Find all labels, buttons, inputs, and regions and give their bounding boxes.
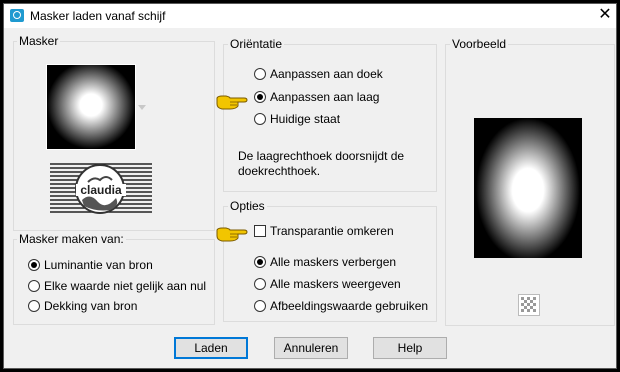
radio-label: Aanpassen aan laag [270,90,380,104]
radio-opacity[interactable]: Dekking van bron [28,298,137,314]
close-icon[interactable]: ✕ [596,6,614,24]
orientation-group-label: Oriëntatie [228,37,285,51]
radio-fit-layer[interactable]: Aanpassen aan laag [254,89,379,105]
window-title: Masker laden vanaf schijf [30,9,166,23]
radio-button[interactable] [254,300,266,312]
checkerboard-icon[interactable] [518,294,540,316]
radio-label: Dekking van bron [44,299,138,313]
radio-label: Elke waarde niet gelijk aan nul [44,279,207,293]
preview-group-label: Voorbeeld [450,37,509,51]
svg-text:claudia: claudia [80,183,122,197]
invert-transparency-checkbox[interactable]: Transparantie omkeren [254,223,394,239]
radio-nonzero[interactable]: Elke waarde niet gelijk aan nul [28,278,206,294]
masker-group-label: Masker [17,34,61,48]
checkbox-box[interactable] [254,225,266,237]
pointing-hand-icon [216,94,248,110]
checkbox-label: Transparantie omkeren [270,224,394,238]
radio-button[interactable] [254,68,266,80]
options-group-label: Opties [228,199,267,213]
radio-label: Huidige staat [270,112,341,126]
radio-fit-canvas[interactable]: Aanpassen aan doek [254,66,383,82]
mask-thumbnail[interactable] [46,64,136,150]
radio-button[interactable] [254,91,266,103]
radio-use-image-value[interactable]: Afbeeldingswaarde gebruiken [254,298,428,314]
radio-label: Afbeeldingswaarde gebruiken [270,299,429,313]
radio-button[interactable] [254,113,266,125]
chevron-down-icon[interactable] [138,100,146,110]
claudia-logo: claudia [50,162,152,214]
help-button[interactable]: Help [373,337,447,359]
mask-thumbnail-image [47,65,135,149]
title-bar: Masker laden vanaf schijf ✕ [4,4,616,28]
radio-current-state[interactable]: Huidige staat [254,111,340,127]
load-button[interactable]: Laden [174,337,248,359]
radio-show-all-masks[interactable]: Alle maskers weergeven [254,276,401,292]
radio-luminance[interactable]: Luminantie van bron [28,257,153,273]
radio-label: Alle maskers verbergen [270,255,397,269]
app-icon [10,9,24,22]
radio-button[interactable] [28,259,40,271]
radio-hide-all-masks[interactable]: Alle maskers verbergen [254,254,396,270]
mask-source-group-label: Masker maken van: [17,232,126,246]
preview-image [474,118,582,258]
radio-label: Aanpassen aan doek [270,67,383,81]
dialog-window: Masker laden vanaf schijf ✕ Masker claud… [3,3,617,369]
cancel-button[interactable]: Annuleren [274,337,348,359]
radio-button[interactable] [28,280,40,292]
radio-button[interactable] [254,256,266,268]
radio-label: Alle maskers weergeven [270,277,401,291]
radio-button[interactable] [28,300,40,312]
radio-button[interactable] [254,278,266,290]
radio-label: Luminantie van bron [44,258,153,272]
pointing-hand-icon [216,226,248,242]
orientation-description: De laagrechthoek doorsnijdt de doekrecht… [238,149,405,178]
